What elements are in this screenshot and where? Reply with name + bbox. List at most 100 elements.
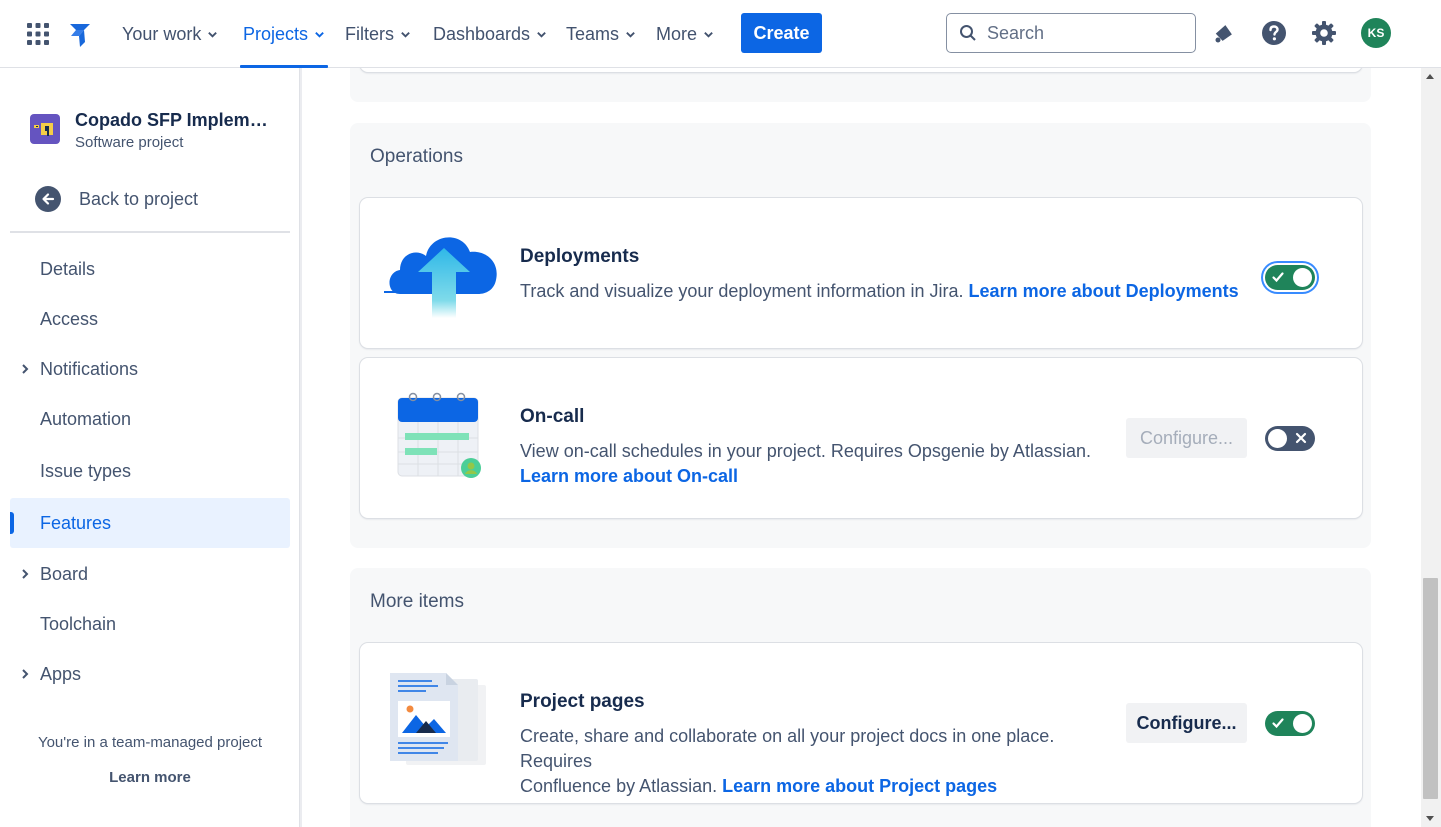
nav-more-label: More [656, 23, 698, 44]
project-pages-desc-line2: Confluence by Atlassian. [520, 776, 723, 796]
toggle-knob [1293, 714, 1312, 733]
project-avatar-icon [34, 123, 53, 136]
nav-projects[interactable]: Projects [239, 0, 329, 68]
deployments-title: Deployments [520, 246, 640, 267]
project-pages-desc-line1: Create, share and collaborate on all you… [520, 726, 1055, 771]
nav-filters-label: Filters [345, 23, 394, 44]
toggle-knob [1293, 268, 1312, 287]
sidebar-item-automation[interactable]: Automation [10, 394, 290, 444]
sidebar-item-features[interactable]: Features [10, 498, 290, 548]
nav-your-work[interactable]: Your work [122, 0, 218, 68]
user-avatar[interactable]: KS [1361, 18, 1391, 48]
learn-more-deployments-link[interactable]: Learn more about Deployments [969, 281, 1239, 301]
project-pages-configure-button[interactable]: Configure... [1126, 703, 1247, 743]
nav-filters[interactable]: Filters [345, 0, 411, 68]
sidebar-item-access[interactable]: Access [10, 294, 290, 344]
oncall-desc-text: View on-call schedules in your project. … [520, 441, 1091, 461]
learn-more-link[interactable]: Learn more [0, 769, 300, 786]
sidebar-item-label: Apps [40, 663, 82, 684]
sidebar-item-apps[interactable]: Apps [10, 649, 290, 699]
check-icon [1272, 272, 1284, 283]
sidebar-item-label: Details [40, 258, 96, 279]
sidebar-item-label: Features [40, 512, 112, 533]
chevron-down-icon [537, 31, 546, 38]
chevron-down-icon [401, 31, 410, 38]
section-title-operations: Operations [370, 146, 463, 167]
sidebar-item-issue-types[interactable]: Issue types [10, 446, 290, 496]
sidebar-item-label: Issue types [40, 460, 132, 481]
project-avatar [30, 114, 60, 144]
oncall-calendar-icon [397, 392, 481, 478]
deployments-toggle[interactable] [1265, 265, 1315, 290]
learn-more-oncall-link[interactable]: Learn more about On-call [520, 466, 738, 486]
oncall-configure-button[interactable]: Configure... [1126, 418, 1247, 458]
check-icon [1272, 718, 1284, 729]
project-type: Software project [75, 134, 184, 151]
oncall-description: View on-call schedules in your project. … [520, 439, 1100, 489]
chevron-down-icon [626, 31, 635, 38]
scrollbar-thumb[interactable] [1423, 578, 1438, 799]
back-to-project-label: Back to project [79, 188, 199, 209]
project-pages-description: Create, share and collaborate on all you… [520, 724, 1120, 799]
back-to-project-link[interactable]: Back to project [35, 186, 198, 212]
help-button[interactable] [1260, 19, 1288, 47]
oncall-toggle[interactable] [1265, 426, 1315, 451]
scroll-down-arrow-icon[interactable] [1425, 815, 1435, 823]
chevron-right-icon [22, 364, 29, 374]
nav-more[interactable]: More [656, 0, 714, 68]
project-pages-title: Project pages [520, 691, 645, 712]
nav-dashboards[interactable]: Dashboards [433, 0, 547, 68]
jira-logo-icon[interactable] [66, 20, 94, 48]
sidebar-item-label: Automation [40, 408, 132, 429]
deployments-description: Track and visualize your deployment info… [520, 279, 1239, 304]
project-header[interactable]: Copado SFP Implement... Software project [30, 110, 275, 151]
sidebar-item-details[interactable]: Details [10, 244, 290, 294]
learn-more-project-pages-link[interactable]: Learn more about Project pages [722, 776, 997, 796]
sidebar-item-board[interactable]: Board [10, 549, 290, 599]
deployments-cloud-icon [384, 237, 497, 318]
search-icon [960, 25, 976, 41]
help-icon [1262, 21, 1286, 45]
settings-button[interactable] [1310, 19, 1338, 47]
chevron-down-icon [208, 31, 218, 38]
sidebar-item-label: Toolchain [40, 613, 117, 634]
project-pages-icon [390, 673, 486, 765]
chevron-down-icon [315, 31, 324, 38]
sidebar-item-toolchain[interactable]: Toolchain [10, 599, 290, 649]
deployments-card: Deployments Track and visualize your dep… [360, 198, 1362, 348]
create-button[interactable]: Create [741, 13, 822, 53]
search-input[interactable] [987, 22, 1177, 44]
oncall-title: On-call [520, 406, 585, 427]
chevron-right-icon [22, 569, 29, 579]
sidebar-item-label: Access [40, 308, 99, 329]
search-box[interactable] [946, 13, 1196, 53]
nav-projects-label: Projects [243, 23, 309, 44]
project-pages-toggle[interactable] [1265, 711, 1315, 736]
sidebar-divider [10, 231, 290, 233]
nav-teams-label: Teams [566, 23, 620, 44]
nav-your-work-label: Your work [122, 23, 202, 44]
more-items-section: More items Project pages Create, share a… [350, 568, 1371, 827]
team-managed-note: You're in a team-managed project [37, 734, 263, 751]
features-content: Operations Deployments Track and visuali… [302, 68, 1421, 827]
project-sidebar: Copado SFP Implement... Software project… [0, 68, 300, 827]
section-title-more-items: More items [370, 591, 464, 612]
previous-card [360, 68, 1362, 72]
project-name: Copado SFP Implement... [75, 110, 275, 130]
apps-grid-icon[interactable] [27, 23, 49, 45]
chevron-down-icon [704, 31, 713, 38]
sidebar-item-label: Board [40, 563, 89, 584]
scroll-up-arrow-icon[interactable] [1425, 72, 1435, 80]
notifications-button[interactable] [1210, 19, 1238, 47]
notification-bell-icon [1215, 25, 1232, 43]
top-navigation: Your work Projects Filters Dashboards Te… [0, 0, 1441, 68]
settings-gear-icon [1312, 21, 1336, 45]
nav-teams[interactable]: Teams [566, 0, 636, 68]
sidebar-item-label: Notifications [40, 358, 139, 379]
toggle-knob [1268, 429, 1287, 448]
sidebar-item-notifications[interactable]: Notifications [10, 344, 290, 394]
cross-icon [1295, 432, 1307, 444]
project-pages-card: Project pages Create, share and collabor… [360, 643, 1362, 803]
operations-section: Operations Deployments Track and visuali… [350, 123, 1371, 548]
nav-dashboards-label: Dashboards [433, 23, 531, 44]
